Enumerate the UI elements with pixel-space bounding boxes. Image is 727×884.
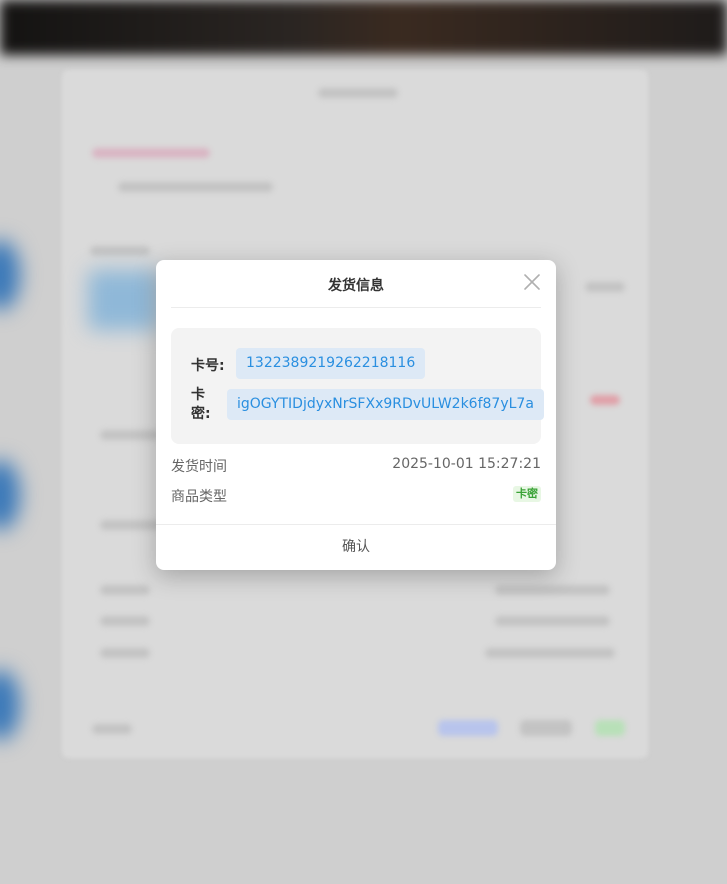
background-text bbox=[92, 724, 132, 734]
product-type-badge: 卡密 bbox=[513, 486, 541, 502]
card-number-value[interactable]: 1322389219262218116 bbox=[236, 348, 426, 379]
product-type-label: 商品类型 bbox=[171, 489, 227, 505]
ship-time-label: 发货时间 bbox=[171, 459, 227, 475]
background-button bbox=[595, 720, 625, 736]
close-button[interactable] bbox=[521, 271, 543, 293]
background-header bbox=[0, 0, 727, 55]
card-secret-value[interactable]: igOGYTIDjdyxNrSFXx9RDvULW2k6f87yL7a bbox=[227, 389, 544, 420]
background-decoration bbox=[0, 670, 20, 740]
background-text bbox=[100, 616, 150, 626]
background-text bbox=[92, 148, 210, 158]
background-decoration bbox=[0, 240, 20, 310]
background-text bbox=[100, 585, 150, 595]
background-text bbox=[495, 616, 610, 626]
background-button bbox=[520, 720, 572, 736]
background-text bbox=[495, 585, 610, 595]
card-info-box: 卡号: 1322389219262218116 卡密: igOGYTIDjdyx… bbox=[171, 328, 544, 444]
background-text bbox=[100, 648, 150, 658]
dialog-footer: 确认 bbox=[156, 524, 556, 570]
close-icon bbox=[524, 274, 540, 290]
background-text bbox=[90, 246, 150, 256]
background-text bbox=[485, 648, 615, 658]
confirm-button[interactable]: 确认 bbox=[156, 525, 556, 570]
dialog-header: 发货信息 bbox=[171, 260, 541, 308]
dialog-title: 发货信息 bbox=[328, 278, 384, 294]
background-text bbox=[590, 395, 620, 405]
background-text bbox=[100, 430, 160, 440]
background-text bbox=[318, 88, 398, 98]
background-button bbox=[438, 720, 498, 736]
card-number-label: 卡号: bbox=[191, 358, 225, 374]
background-decoration bbox=[88, 270, 158, 330]
background-text bbox=[585, 282, 625, 292]
card-secret-label: 卡密: bbox=[191, 387, 211, 422]
background-text bbox=[118, 182, 273, 192]
background-decoration bbox=[0, 460, 20, 530]
shipping-info-dialog: 发货信息 卡号: 1322389219262218116 卡密: igOGYTI… bbox=[156, 260, 556, 570]
ship-time-value: 2025-10-01 15:27:21 bbox=[392, 456, 541, 472]
